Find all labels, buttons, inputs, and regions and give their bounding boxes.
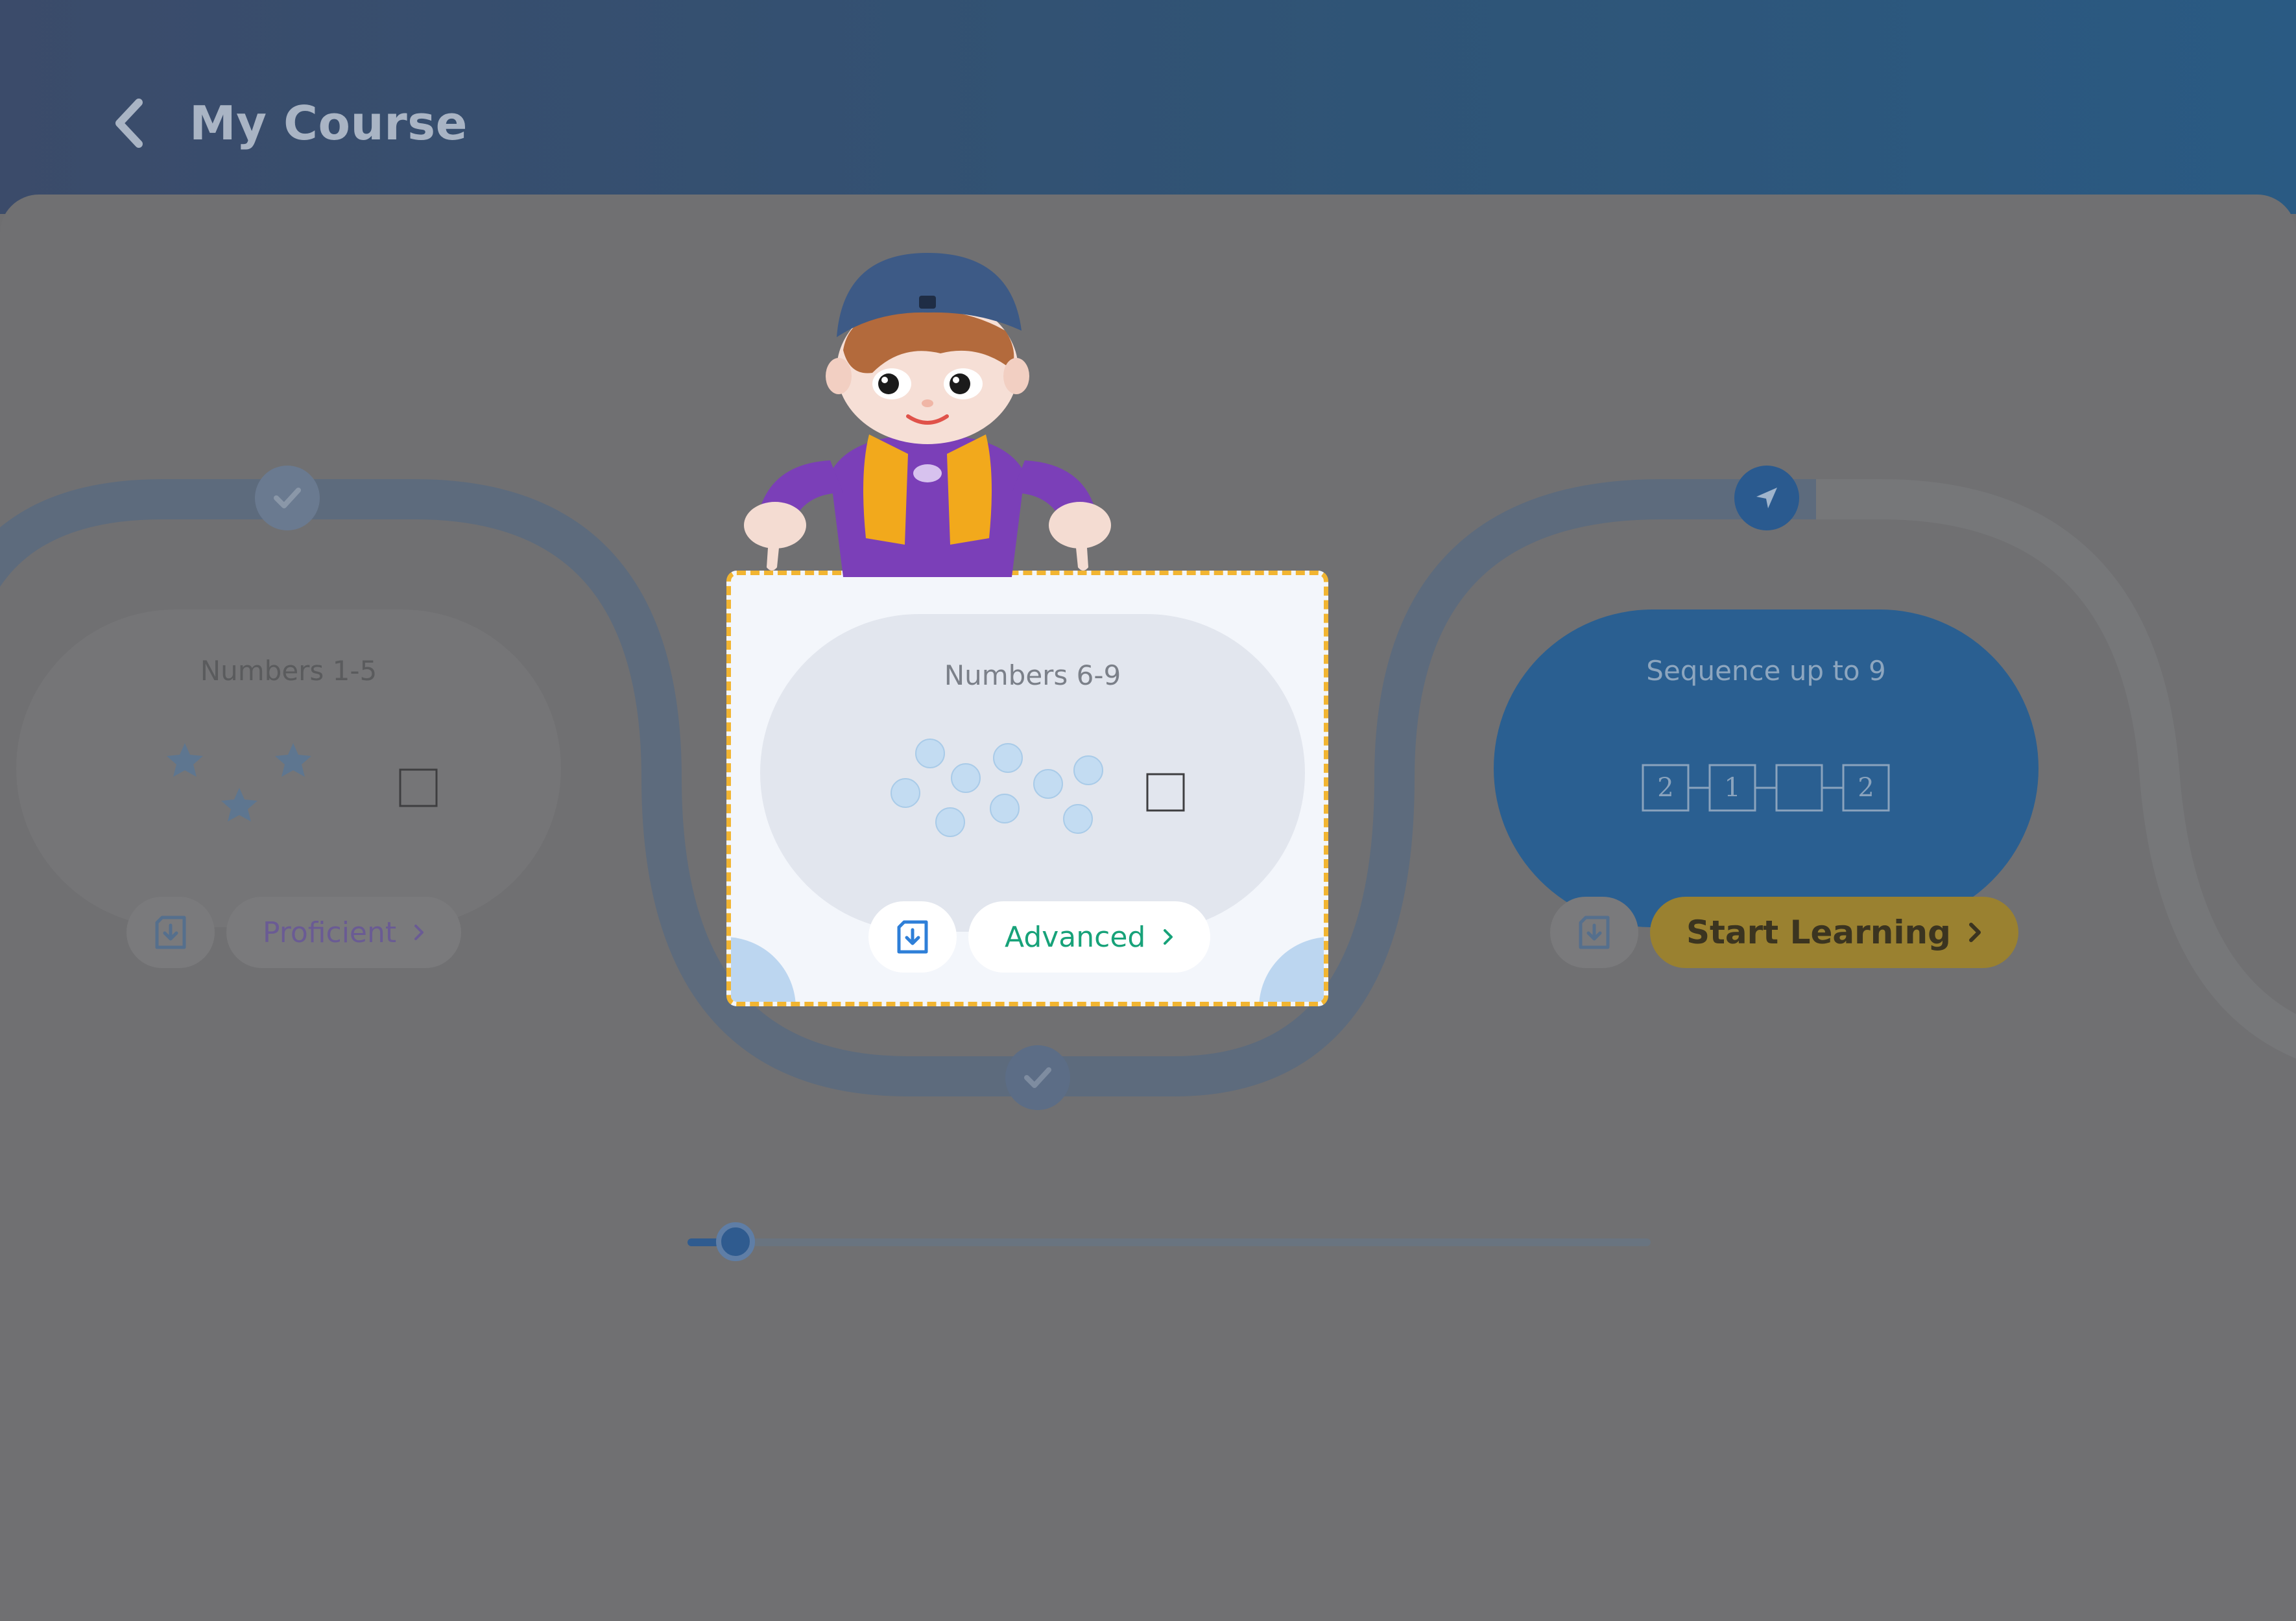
slider-track (688, 1238, 1651, 1246)
check-icon (274, 488, 301, 508)
sequence-illustration (1642, 764, 1890, 812)
lesson-actions: Proficient (126, 897, 462, 968)
level-button[interactable]: Proficient (226, 897, 462, 968)
frame-corner-decoration (731, 937, 796, 1002)
sequence-cell-blank (1776, 765, 1822, 810)
chevron-right-icon (1164, 929, 1173, 945)
check-icon (1024, 1067, 1051, 1088)
current-node (1734, 466, 1799, 530)
location-arrow-icon (1756, 488, 1777, 508)
download-button[interactable] (1550, 897, 1638, 968)
sequence-cell: 1 (1724, 773, 1741, 803)
lesson-actions: Advanced (868, 901, 1211, 973)
dots-illustration (891, 739, 1185, 837)
mascot-character (744, 253, 1111, 577)
chevron-right-icon (1968, 923, 1981, 942)
slider-handle[interactable] (716, 1222, 756, 1261)
frame-corner-decoration (1259, 937, 1324, 1002)
lesson-actions: Start Learning (1550, 897, 2018, 968)
download-icon (155, 916, 186, 949)
lesson-card-numbers-6-9[interactable]: Numbers 6-9 (760, 614, 1305, 932)
download-button[interactable] (868, 901, 957, 973)
completed-node (255, 466, 320, 530)
lesson-card-sequence-up-to-9[interactable]: Sequence up to 9 2 1 2 (1494, 609, 2039, 927)
level-label: Advanced (1005, 920, 1146, 954)
stars-illustration (167, 743, 438, 822)
download-icon (1579, 916, 1610, 949)
lesson-card-numbers-1-5[interactable]: Numbers 1-5 (16, 609, 561, 927)
start-learning-label: Start Learning (1686, 914, 1951, 951)
level-button[interactable]: Advanced (968, 901, 1211, 973)
sequence-cell: 2 (1858, 773, 1874, 803)
start-learning-button[interactable]: Start Learning (1650, 897, 2018, 968)
completed-node (1005, 1045, 1070, 1110)
sequence-cell: 2 (1657, 773, 1674, 803)
highlighted-lesson-frame: Numbers 6-9 Advanced (726, 571, 1328, 1006)
download-button[interactable] (126, 897, 215, 968)
chevron-right-icon (414, 925, 424, 940)
level-label: Proficient (263, 916, 397, 949)
download-icon (897, 920, 928, 954)
progress-slider[interactable] (668, 1219, 1651, 1264)
